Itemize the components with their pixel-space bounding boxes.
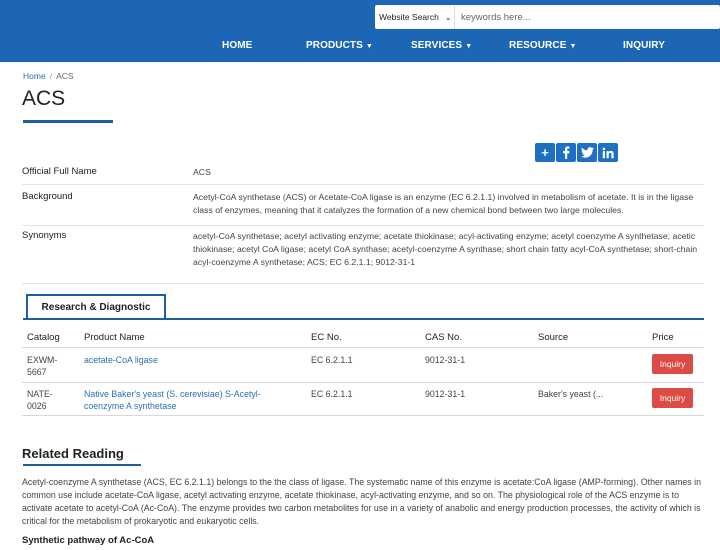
nav-inquiry-label: INQUIRY — [623, 40, 665, 51]
column-header-price: Price — [652, 332, 674, 343]
inquiry-button[interactable]: Inquiry — [652, 388, 693, 408]
product-link[interactable]: acetate-CoA ligase — [84, 354, 294, 366]
nav-services-label: SERVICES — [411, 40, 463, 51]
cell-catalog: NATE-0026 — [27, 389, 53, 411]
title-underline — [23, 120, 113, 123]
cell-cas-no: 9012-31-1 — [425, 355, 466, 365]
info-row-official-name: Official Full Name ACS — [22, 166, 704, 185]
info-value: acetyl-CoA synthetase; acetyl activating… — [193, 231, 698, 267]
nav-inquiry[interactable]: INQUIRY — [623, 40, 665, 51]
table-row-divider — [22, 415, 704, 416]
column-header-source: Source — [538, 332, 569, 343]
nav-resource[interactable]: RESOURCE ▼ — [509, 40, 577, 51]
info-label: Synonyms — [22, 230, 67, 241]
nav-products-label: PRODUCTS — [306, 40, 363, 51]
info-value: Acetyl-CoA synthetase (ACS) or Acetate-C… — [193, 192, 694, 215]
breadcrumb-current: ACS — [56, 71, 74, 81]
chevron-down-icon: ⌄ — [444, 12, 452, 22]
cell-ec-no: EC 6.2.1.1 — [311, 355, 353, 365]
search-scope-select[interactable]: Website Search ⌄ — [375, 5, 455, 29]
tab-research-diagnostic[interactable]: Research & Diagnostic — [26, 294, 166, 319]
breadcrumb-home-link[interactable]: Home — [23, 71, 46, 81]
facebook-icon[interactable] — [556, 143, 576, 162]
search-box: Website Search ⌄ — [375, 5, 720, 29]
synthetic-pathway-heading: Synthetic pathway of Ac-CoA — [22, 535, 155, 546]
cell-source: Baker's yeast (... — [538, 389, 604, 399]
info-label: Background — [22, 191, 73, 202]
info-row-synonyms: Synonyms acetyl-CoA synthetase; acetyl a… — [22, 230, 704, 284]
related-reading-underline — [23, 464, 141, 466]
column-header-product-name: Product Name — [84, 332, 145, 343]
info-row-background: Background Acetyl-CoA synthetase (ACS) o… — [22, 191, 704, 226]
tab-label: Research & Diagnostic — [41, 302, 151, 313]
inquiry-button[interactable]: Inquiry — [652, 354, 693, 374]
twitter-icon[interactable] — [577, 143, 597, 162]
caret-down-icon: ▼ — [365, 43, 373, 50]
breadcrumb-separator: / — [49, 71, 53, 81]
main-nav: HOME PRODUCTS ▼ SERVICES ▼ RESOURCE ▼ INQUI… — [0, 40, 720, 54]
product-link[interactable]: Native Baker's yeast (S. cerevisiae) S-A… — [84, 388, 284, 412]
page-title: ACS — [22, 87, 66, 110]
related-reading-body: Acetyl-coenzyme A synthetase (ACS, EC 6.… — [22, 477, 701, 526]
caret-down-icon: ▼ — [569, 43, 577, 50]
nav-home[interactable]: HOME — [222, 40, 252, 51]
cell-catalog: EXWM-5667 — [27, 355, 58, 377]
search-scope-value: Website Search — [379, 12, 439, 22]
share-plus-icon[interactable]: + — [535, 143, 555, 162]
breadcrumb: Home / ACS — [23, 71, 74, 81]
info-label: Official Full Name — [22, 166, 97, 177]
nav-products[interactable]: PRODUCTS ▼ — [306, 40, 373, 51]
nav-services[interactable]: SERVICES ▼ — [411, 40, 472, 51]
nav-resource-label: RESOURCE — [509, 40, 567, 51]
search-input[interactable] — [455, 5, 710, 29]
linkedin-icon[interactable] — [598, 143, 618, 162]
related-reading-title: Related Reading — [22, 446, 124, 461]
cell-cas-no: 9012-31-1 — [425, 389, 466, 399]
share-bar: + — [535, 143, 618, 162]
column-header-catalog: Catalog — [27, 332, 60, 343]
nav-home-label: HOME — [222, 40, 253, 51]
cell-ec-no: EC 6.2.1.1 — [311, 389, 353, 399]
top-header: Website Search ⌄ HOME PRODUCTS▼ SERVICES… — [0, 0, 720, 62]
column-header-cas-no: CAS No. — [425, 332, 462, 343]
caret-down-icon: ▼ — [465, 43, 473, 50]
table-row-divider — [22, 382, 704, 383]
tab-underline — [23, 318, 704, 320]
table-header-divider — [22, 347, 704, 348]
info-value: ACS — [193, 167, 211, 177]
column-header-ec-no: EC No. — [311, 332, 342, 343]
